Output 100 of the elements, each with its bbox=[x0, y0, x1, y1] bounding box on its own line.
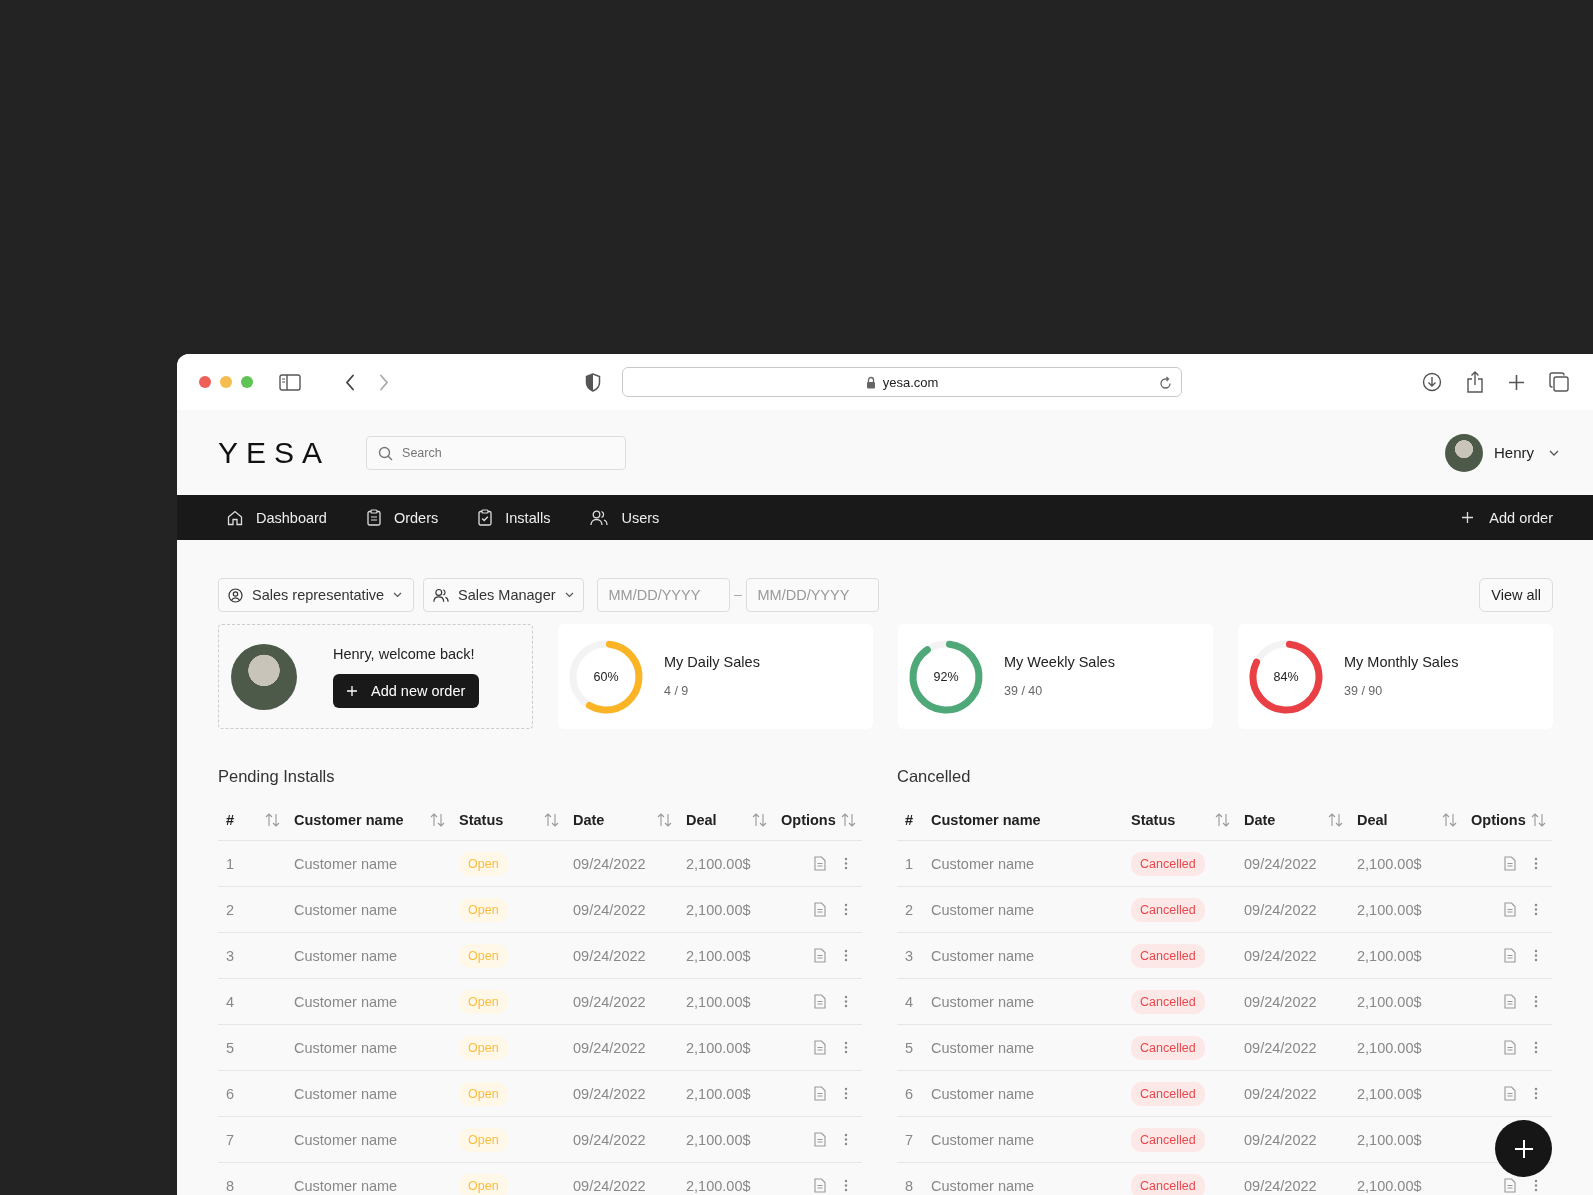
column-header[interactable]: # bbox=[226, 812, 235, 828]
more-options-icon[interactable] bbox=[1534, 1179, 1538, 1192]
column-header[interactable]: Date bbox=[573, 812, 605, 828]
tabs-overview-icon[interactable] bbox=[1549, 372, 1569, 392]
new-tab-icon[interactable] bbox=[1508, 373, 1525, 391]
more-options-icon[interactable] bbox=[1534, 857, 1538, 870]
customer-name: Customer name bbox=[293, 1085, 399, 1102]
row-number: 1 bbox=[225, 855, 236, 872]
column-header[interactable]: # bbox=[905, 812, 914, 828]
customer-name: Customer name bbox=[930, 993, 1036, 1010]
more-options-icon[interactable] bbox=[844, 1041, 848, 1054]
role-dropdown[interactable]: Sales representative bbox=[218, 578, 414, 612]
stat-count: 39 / 90 bbox=[1344, 683, 1384, 698]
chevron-down-icon[interactable] bbox=[1549, 449, 1559, 456]
sort-icon[interactable] bbox=[430, 813, 445, 827]
column-header[interactable]: Deal bbox=[1357, 812, 1388, 828]
clipboard-check-icon bbox=[478, 509, 493, 526]
column-header[interactable]: Options bbox=[781, 812, 836, 828]
download-icon[interactable] bbox=[1422, 372, 1442, 392]
more-options-icon[interactable] bbox=[1534, 1041, 1538, 1054]
customer-name: Customer name bbox=[930, 901, 1036, 918]
sort-icon[interactable] bbox=[841, 813, 856, 827]
maximize-window-button[interactable] bbox=[241, 376, 253, 388]
row-number: 2 bbox=[225, 901, 236, 918]
avatar[interactable] bbox=[1445, 433, 1483, 472]
more-options-icon[interactable] bbox=[1534, 903, 1538, 916]
row-number: 1 bbox=[904, 855, 915, 872]
manager-dropdown[interactable]: Sales Manager bbox=[423, 578, 584, 612]
more-options-icon[interactable] bbox=[844, 995, 848, 1008]
date-cell-text: 09/24/2022 bbox=[1243, 1131, 1318, 1148]
document-icon[interactable] bbox=[814, 1132, 826, 1147]
more-options-icon[interactable] bbox=[844, 1087, 848, 1100]
nav-item[interactable]: Users bbox=[590, 509, 660, 526]
stat-title: My Weekly Sales bbox=[1004, 653, 1115, 670]
more-options-icon[interactable] bbox=[844, 1133, 848, 1146]
customer-name: Customer name bbox=[930, 1039, 1036, 1056]
more-options-icon[interactable] bbox=[1534, 1087, 1538, 1100]
add-button[interactable] bbox=[1495, 1120, 1552, 1177]
document-icon[interactable] bbox=[1504, 856, 1516, 871]
add-new-order-button[interactable]: Add new order bbox=[333, 673, 480, 708]
more-options-icon[interactable] bbox=[1534, 949, 1538, 962]
column-header[interactable]: Status bbox=[1131, 812, 1176, 828]
view-all-button[interactable]: View all bbox=[1479, 578, 1553, 612]
column-header[interactable]: Customer name bbox=[294, 812, 404, 828]
sort-icon[interactable] bbox=[544, 813, 559, 827]
sort-icon[interactable] bbox=[265, 813, 280, 827]
column-header[interactable]: Status bbox=[459, 812, 504, 828]
document-icon[interactable] bbox=[814, 1086, 826, 1101]
date-cell-text: 09/24/2022 bbox=[572, 993, 647, 1010]
sort-icon[interactable] bbox=[657, 813, 672, 827]
document-icon[interactable] bbox=[1504, 948, 1516, 963]
reload-icon[interactable] bbox=[1159, 376, 1172, 390]
share-icon[interactable] bbox=[1466, 371, 1484, 393]
logo[interactable]: YESA bbox=[218, 435, 331, 470]
sort-icon[interactable] bbox=[1442, 813, 1457, 827]
document-icon[interactable] bbox=[814, 994, 826, 1009]
close-window-button[interactable] bbox=[199, 376, 211, 388]
welcome-message: Henry, welcome back! bbox=[333, 645, 476, 662]
more-options-icon[interactable] bbox=[844, 857, 848, 870]
document-icon[interactable] bbox=[814, 902, 826, 917]
document-icon[interactable] bbox=[814, 1178, 826, 1193]
document-icon[interactable] bbox=[1504, 902, 1516, 917]
nav-item[interactable]: Dashboard bbox=[227, 509, 327, 526]
stat-title: My Daily Sales bbox=[664, 653, 760, 670]
start-date-field[interactable]: MM/DD/YYYY bbox=[596, 578, 730, 612]
url-text: yesa.com bbox=[882, 374, 939, 390]
sort-icon[interactable] bbox=[1531, 813, 1546, 827]
document-icon[interactable] bbox=[1504, 1178, 1516, 1193]
search-field[interactable]: Search bbox=[366, 435, 627, 470]
status-badge: Cancelled bbox=[1131, 1173, 1205, 1195]
column-header[interactable]: Deal bbox=[686, 812, 717, 828]
sort-icon[interactable] bbox=[752, 813, 767, 827]
more-options-icon[interactable] bbox=[844, 903, 848, 916]
sort-icon[interactable] bbox=[1328, 813, 1343, 827]
nav-item[interactable]: Orders bbox=[366, 509, 439, 526]
date-cell-text: 09/24/2022 bbox=[1243, 993, 1318, 1010]
sort-icon[interactable] bbox=[1215, 813, 1230, 827]
clipboard-icon bbox=[366, 509, 381, 526]
column-header[interactable]: Options bbox=[1471, 812, 1526, 828]
address-bar[interactable]: yesa.com bbox=[622, 367, 1182, 397]
end-date-field[interactable]: MM/DD/YYYY bbox=[745, 578, 879, 612]
column-header[interactable]: Date bbox=[1244, 812, 1276, 828]
more-options-icon[interactable] bbox=[844, 949, 848, 962]
shield-icon[interactable] bbox=[585, 372, 601, 392]
user-name[interactable]: Henry bbox=[1494, 444, 1534, 461]
document-icon[interactable] bbox=[1504, 1040, 1516, 1055]
plus-icon bbox=[347, 685, 357, 696]
document-icon[interactable] bbox=[1504, 1086, 1516, 1101]
more-options-icon[interactable] bbox=[844, 1179, 848, 1192]
column-header[interactable]: Customer name bbox=[931, 812, 1041, 828]
nav-item[interactable]: Installs bbox=[478, 509, 551, 526]
add-order-link[interactable]: Add order bbox=[1462, 509, 1553, 526]
minimize-window-button[interactable] bbox=[220, 376, 232, 388]
document-icon[interactable] bbox=[814, 948, 826, 963]
more-options-icon[interactable] bbox=[1534, 995, 1538, 1008]
stat-count: 4 / 9 bbox=[664, 683, 690, 698]
sidebar-icon[interactable] bbox=[279, 373, 301, 391]
document-icon[interactable] bbox=[814, 1040, 826, 1055]
document-icon[interactable] bbox=[814, 856, 826, 871]
document-icon[interactable] bbox=[1504, 994, 1516, 1009]
